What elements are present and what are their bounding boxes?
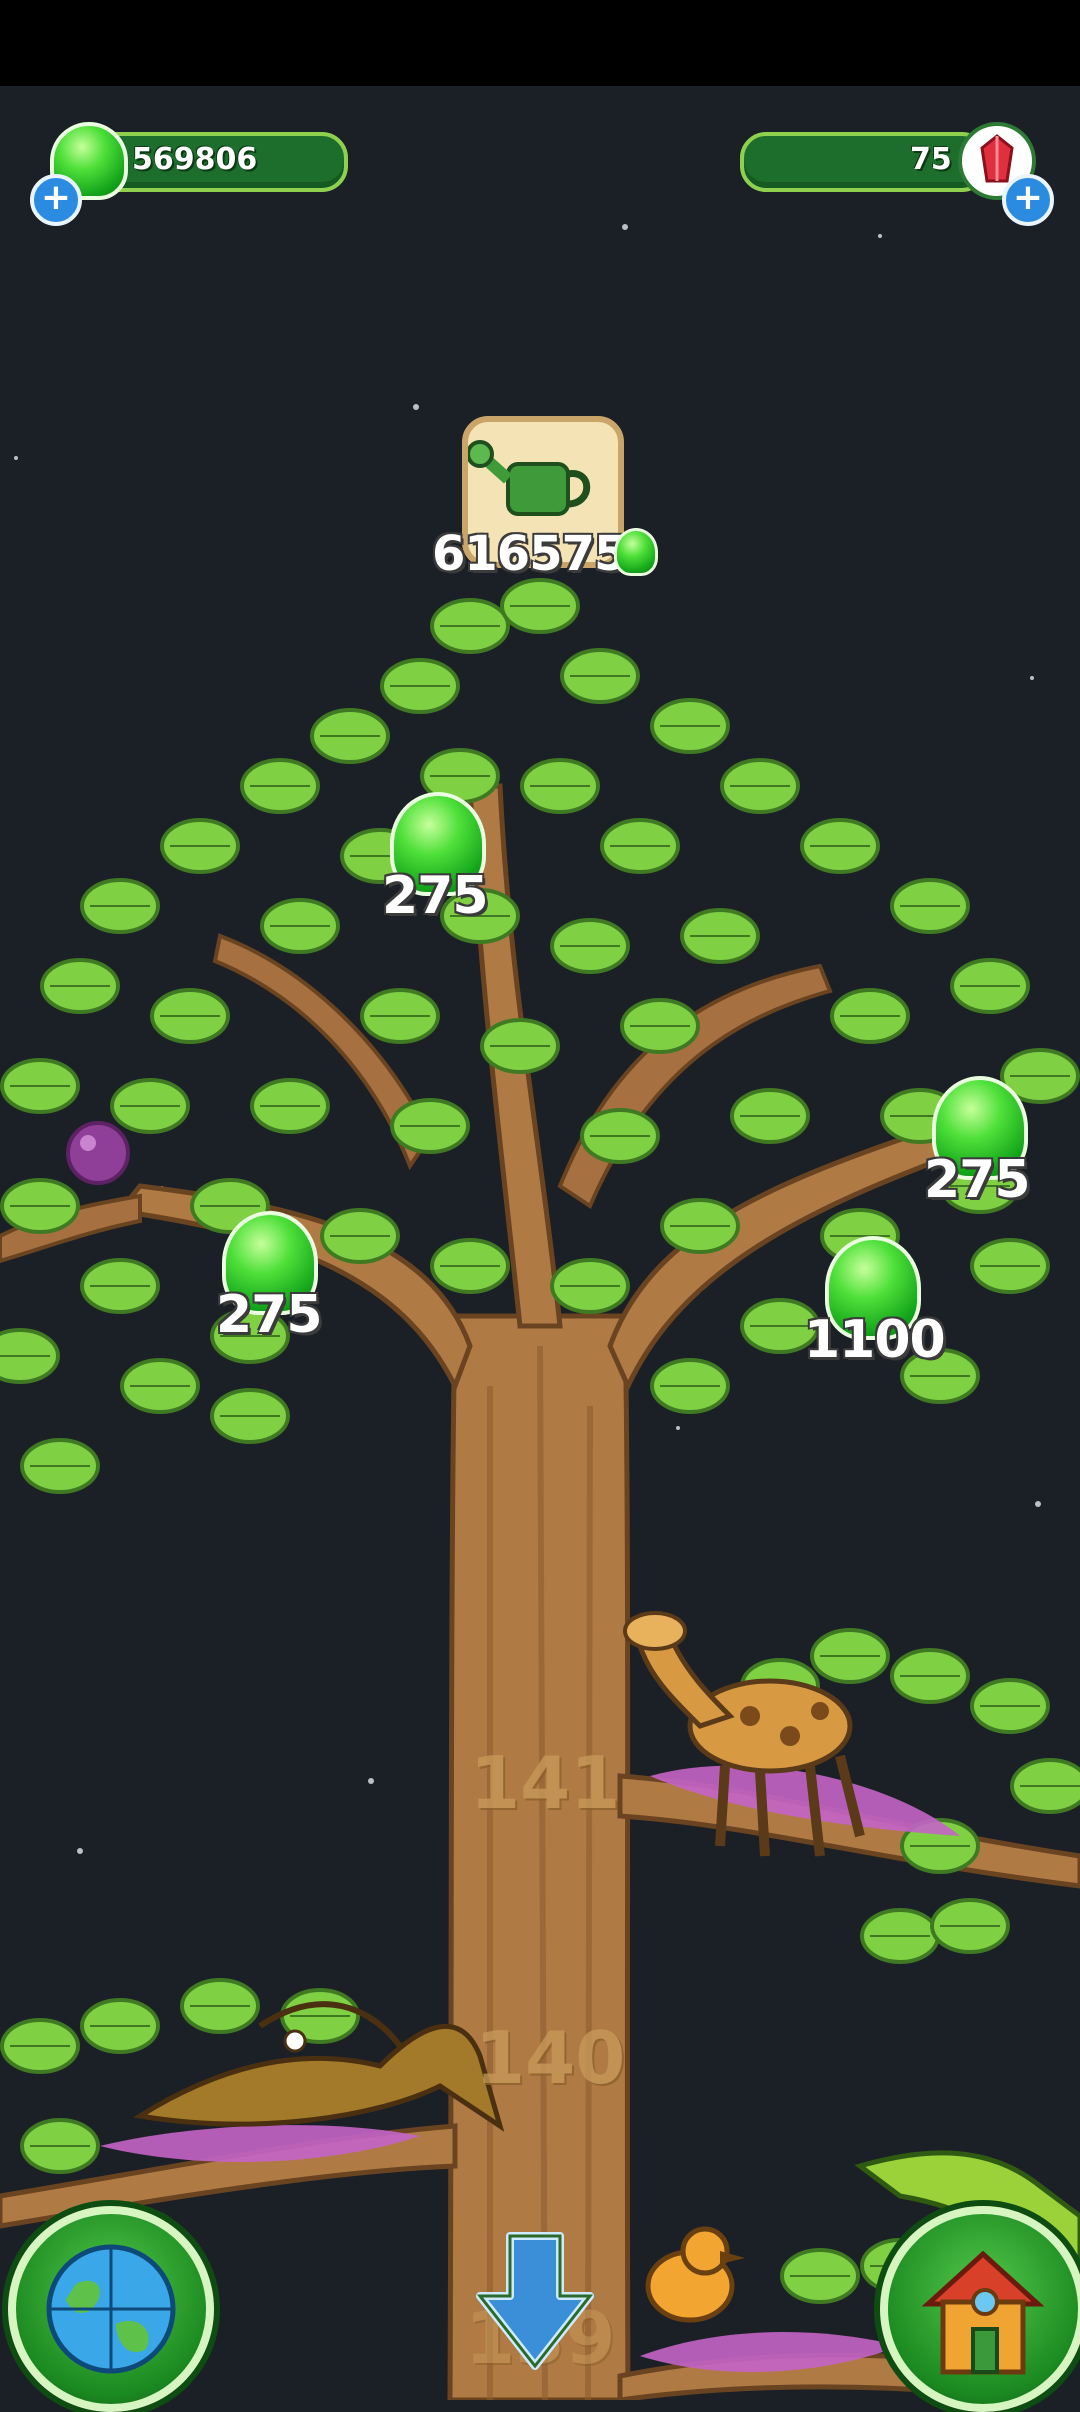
fruit-reward-value: 275 xyxy=(382,866,489,926)
arrow-down-icon xyxy=(476,2232,594,2370)
fruit-reward-value: 275 xyxy=(216,1285,323,1345)
status-bar xyxy=(0,0,1080,86)
upgrade-button[interactable]: 616575 xyxy=(432,416,672,586)
bird-icon xyxy=(645,2226,745,2323)
slime-resource-bar: 569806 + xyxy=(30,122,350,232)
home-button[interactable] xyxy=(880,2206,1080,2412)
house-icon xyxy=(921,2250,1045,2375)
game-scene: 569806 + 75 + 616575 275 275 275 1100 14… xyxy=(0,86,1080,2412)
fruit-reward-value: 1100 xyxy=(804,1310,946,1370)
globe-icon xyxy=(46,2244,176,2374)
fruit-reward[interactable]: 1100 xyxy=(800,1236,946,1376)
world-map-button[interactable] xyxy=(8,2206,214,2412)
upgrade-cost-slime-icon xyxy=(614,528,658,576)
upgrade-cost: 616575 xyxy=(432,526,627,582)
gem-amount: 75 xyxy=(910,142,952,177)
add-gem-button[interactable]: + xyxy=(1002,174,1054,226)
scroll-down-button[interactable] xyxy=(470,2226,600,2376)
branch-level-140: 140 xyxy=(475,2016,626,2100)
fruit-reward[interactable]: 275 xyxy=(920,1076,1040,1216)
fruit-reward[interactable]: 275 xyxy=(212,1211,332,1351)
slime-amount: 569806 xyxy=(132,142,258,177)
fruit-reward-value: 275 xyxy=(924,1150,1031,1210)
gem-resource-bar: 75 + xyxy=(730,122,1054,232)
add-slime-button[interactable]: + xyxy=(30,174,82,226)
branch-level-141: 141 xyxy=(470,1741,621,1825)
fruit-reward[interactable]: 275 xyxy=(382,792,492,932)
